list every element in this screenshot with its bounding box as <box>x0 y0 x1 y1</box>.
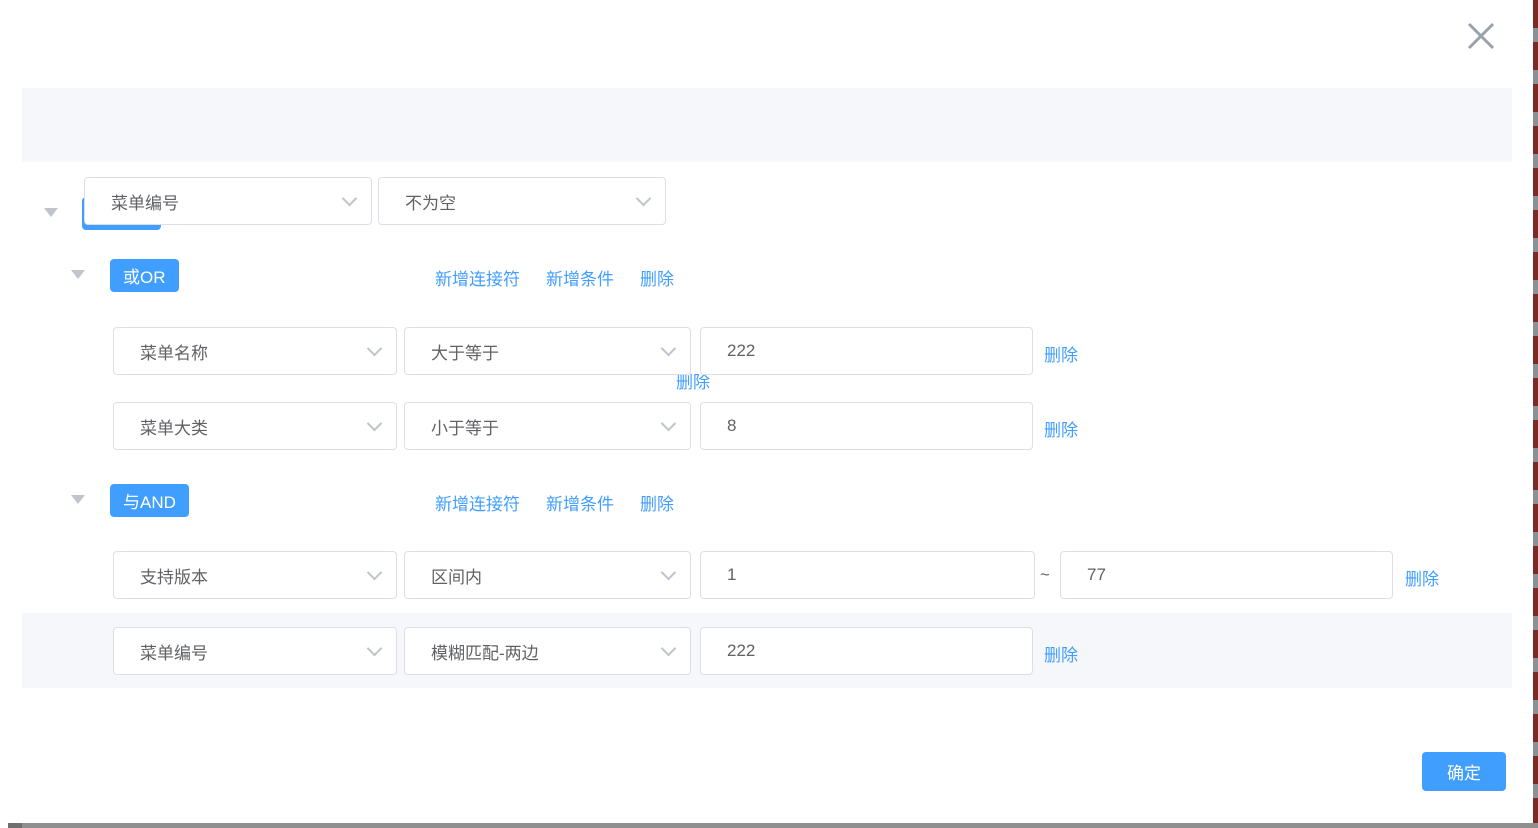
operator-select-value: 小于等于 <box>431 414 499 439</box>
value-input[interactable] <box>700 627 1033 675</box>
add-connector-link[interactable]: 新增连接符 <box>435 265 520 290</box>
operator-select[interactable]: 不为空 <box>378 177 666 225</box>
operator-select[interactable]: 大于等于 <box>404 327 691 375</box>
connector-badge-and[interactable]: 与AND <box>110 484 189 517</box>
delete-connector-link[interactable]: 删除 <box>640 490 674 515</box>
chevron-down-icon <box>661 641 677 657</box>
chevron-down-icon <box>661 416 677 432</box>
value-input[interactable] <box>700 327 1033 375</box>
field-select[interactable]: 支持版本 <box>113 551 397 599</box>
delete-condition-link[interactable]: 删除 <box>1044 416 1078 441</box>
range-separator: ~ <box>1040 565 1050 585</box>
field-select[interactable]: 菜单编号 <box>84 177 372 225</box>
right-edge-decoration <box>1533 0 1538 828</box>
operator-select-value: 区间内 <box>431 563 482 588</box>
add-connector-link[interactable]: 新增连接符 <box>435 490 520 515</box>
operator-select[interactable]: 小于等于 <box>404 402 691 450</box>
confirm-button[interactable]: 确定 <box>1422 752 1506 791</box>
field-select[interactable]: 菜单名称 <box>113 327 397 375</box>
collapse-arrow-icon[interactable] <box>71 270 85 279</box>
operator-select[interactable]: 区间内 <box>404 551 691 599</box>
field-select-value: 菜单大类 <box>140 414 208 439</box>
connector-badge-or[interactable]: 或OR <box>110 259 179 292</box>
delete-condition-link[interactable]: 删除 <box>1044 341 1078 366</box>
filter-builder-dialog: 与AND 新增连接符 新增条件 菜单编号 不为空 删除 或OR 新增连接符 新增… <box>0 0 1538 828</box>
delete-condition-link[interactable]: 删除 <box>1405 565 1439 590</box>
chevron-down-icon <box>367 341 383 357</box>
field-select-value: 菜单编号 <box>140 639 208 664</box>
range-from-input[interactable] <box>700 551 1035 599</box>
condition-row-highlighted: 菜单编号 模糊匹配-两边 删除 <box>0 613 1538 688</box>
chevron-down-icon <box>367 416 383 432</box>
connector-row-or: 或OR 新增连接符 新增条件 删除 <box>0 252 1538 300</box>
chevron-down-icon <box>367 641 383 657</box>
chevron-down-icon <box>367 565 383 581</box>
add-condition-link[interactable]: 新增条件 <box>546 490 614 515</box>
close-button[interactable] <box>1462 17 1500 55</box>
field-select[interactable]: 菜单大类 <box>113 402 397 450</box>
chevron-down-icon <box>636 191 652 207</box>
close-icon <box>1466 21 1496 51</box>
condition-row: 菜单大类 小于等于 删除 <box>0 402 1538 450</box>
field-select-value: 菜单名称 <box>140 339 208 364</box>
value-input[interactable] <box>700 402 1033 450</box>
operator-select-value: 模糊匹配-两边 <box>431 639 539 664</box>
chevron-down-icon <box>661 341 677 357</box>
field-select-value: 菜单编号 <box>111 189 179 214</box>
chevron-down-icon <box>661 565 677 581</box>
connector-row-and: 与AND 新增连接符 新增条件 删除 <box>0 477 1538 525</box>
collapse-arrow-icon[interactable] <box>71 495 85 504</box>
horizontal-scrollbar[interactable] <box>8 823 1538 828</box>
operator-select-value: 大于等于 <box>431 339 499 364</box>
condition-row: 菜单编号 不为空 删除 <box>0 177 1538 225</box>
condition-row: 菜单名称 大于等于 删除 <box>0 327 1538 375</box>
operator-select[interactable]: 模糊匹配-两边 <box>404 627 691 675</box>
delete-connector-link[interactable]: 删除 <box>640 265 674 290</box>
connector-row-root: 与AND 新增连接符 新增条件 <box>0 88 1538 162</box>
delete-condition-link[interactable]: 删除 <box>1044 641 1078 666</box>
field-select-value: 支持版本 <box>140 563 208 588</box>
range-to-input[interactable] <box>1060 551 1393 599</box>
field-select[interactable]: 菜单编号 <box>113 627 397 675</box>
connector-row-background <box>22 88 1512 162</box>
condition-row-range: 支持版本 区间内 ~ 删除 <box>0 551 1538 599</box>
add-condition-link[interactable]: 新增条件 <box>546 265 614 290</box>
operator-select-value: 不为空 <box>405 189 456 214</box>
chevron-down-icon <box>342 191 358 207</box>
